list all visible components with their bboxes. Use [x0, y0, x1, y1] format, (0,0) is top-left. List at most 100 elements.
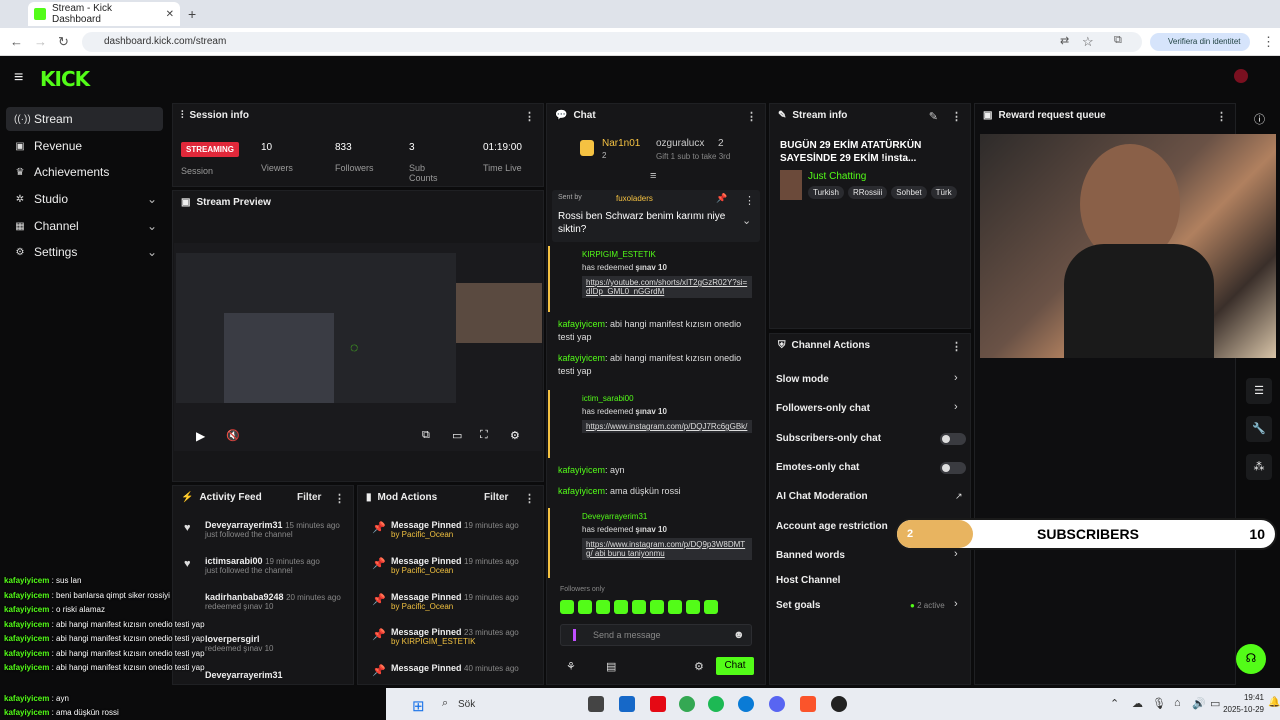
more-options-icon[interactable]: ⋮ [334, 492, 345, 505]
ai-chat-moderation-item[interactable]: AI Chat Moderation [776, 491, 868, 502]
bookmark-star-icon[interactable]: ☆ [1082, 34, 1094, 50]
more-options-icon[interactable]: ⋮ [744, 194, 755, 207]
translate-icon[interactable]: ⇄ [1060, 34, 1069, 47]
reload-icon[interactable]: ↻ [58, 34, 69, 50]
hamburger-menu-icon[interactable]: ≡ [14, 69, 23, 87]
tag[interactable]: Turkish [808, 186, 844, 199]
task-view-icon[interactable] [588, 696, 604, 712]
points-icon[interactable]: ⚘ [566, 660, 576, 673]
extensions-icon[interactable]: ⧉ [1114, 34, 1122, 47]
emote-icon[interactable] [686, 600, 700, 614]
tag[interactable]: Türk [930, 186, 957, 199]
discord-icon[interactable] [769, 696, 785, 712]
chat-username[interactable]: kafayiyicem [558, 465, 605, 475]
set-goals-item[interactable]: Set goals [776, 600, 820, 611]
network-icon[interactable]: ⌂ [1174, 697, 1181, 709]
more-options-icon[interactable]: ⋮ [951, 110, 962, 123]
chat-input[interactable]: Send a message ☻ [560, 624, 752, 646]
spotify-icon[interactable] [708, 696, 724, 712]
mic-icon[interactable]: 🎙 [1152, 697, 1166, 710]
back-icon[interactable]: ← [10, 34, 23, 49]
chevron-right-icon[interactable]: › [954, 598, 958, 610]
close-tab-icon[interactable]: ✕ [166, 9, 174, 20]
emote-icon[interactable] [578, 600, 592, 614]
notifications-icon[interactable]: 🔔 [1268, 697, 1280, 708]
chrome-icon[interactable] [679, 696, 695, 712]
subscribers-only-toggle[interactable] [940, 433, 966, 445]
cloud-icon[interactable]: ☁ [1132, 697, 1143, 710]
more-options-icon[interactable]: ⋮ [1216, 110, 1227, 123]
file-explorer-icon[interactable] [619, 696, 635, 712]
browser-tab[interactable]: Stream - Kick Dashboard ✕ [28, 2, 180, 26]
account-age-item[interactable]: Account age restriction [776, 521, 888, 532]
brave-icon[interactable] [800, 696, 816, 712]
redeem-link[interactable]: https://www.instagram.com/p/DQ9p3W8DMTg/… [582, 538, 752, 560]
tray-chevron-icon[interactable]: ⌃ [1110, 697, 1119, 710]
category-name[interactable]: Just Chatting [808, 171, 866, 182]
browser-menu-icon[interactable]: ⋮ [1262, 34, 1275, 50]
dock-icon[interactable]: ☰ [1246, 378, 1272, 404]
send-chat-button[interactable]: Chat [716, 657, 754, 675]
avatar[interactable] [1234, 69, 1248, 83]
tag[interactable]: Sohbet [891, 186, 927, 199]
search-icon[interactable]: ⌕ [442, 697, 448, 710]
clock-time[interactable]: 19:41 [1220, 693, 1264, 702]
support-chat-icon[interactable]: ☊ [1236, 644, 1266, 674]
fullscreen-icon[interactable]: ⛶ [480, 429, 488, 442]
emoji-icon[interactable]: ☻ [733, 629, 745, 641]
pin-icon[interactable]: 📌 [716, 193, 727, 204]
gear-icon[interactable]: ⚙ [510, 429, 520, 442]
taskbar-search[interactable]: Sök [458, 699, 475, 710]
sidebar-item-revenue[interactable]: ▣ Revenue [6, 134, 163, 158]
sidebar-item-settings[interactable]: ⚙ Settings ⌄ [6, 240, 163, 264]
stream-preview-video[interactable]: ◌ ▶ 🔇 ⧉ ▭ ⛶ ⚙ [174, 243, 542, 451]
mute-icon[interactable]: 🔇 [226, 429, 240, 442]
tag[interactable]: RRossiii [847, 186, 888, 199]
play-icon[interactable]: ▶ [196, 429, 205, 443]
emote-icon[interactable] [560, 600, 574, 614]
emote-icon[interactable] [650, 600, 664, 614]
nodes-icon[interactable]: ⁂ [1246, 454, 1272, 480]
filter-button[interactable]: Filter [484, 492, 508, 503]
more-options-icon[interactable]: ⋮ [524, 492, 535, 505]
emotes-only-item[interactable]: Emotes-only chat [776, 462, 859, 473]
emote-icon[interactable] [704, 600, 718, 614]
gear-icon[interactable]: ⚙ [694, 660, 704, 673]
external-link-icon[interactable]: ↗ [955, 491, 963, 502]
emotes-only-toggle[interactable] [940, 462, 966, 474]
theater-icon[interactable]: ▭ [452, 429, 462, 442]
wrench-icon[interactable]: 🔧 [1246, 416, 1272, 442]
filter-button[interactable]: Filter [297, 492, 321, 503]
store-icon[interactable]: ▤ [606, 660, 616, 673]
slow-mode-item[interactable]: Slow mode [776, 374, 829, 385]
subscribers-only-item[interactable]: Subscribers-only chat [776, 433, 881, 444]
url-field[interactable]: dashboard.kick.com/stream [82, 32, 1142, 52]
chevron-right-icon[interactable]: › [954, 372, 958, 384]
windows-start-icon[interactable]: ⊞ [412, 697, 425, 715]
banned-words-item[interactable]: Banned words [776, 550, 845, 561]
redeem-link[interactable]: https://youtube.com/shorts/xIT2gGzR02Y?s… [582, 276, 752, 298]
new-tab-icon[interactable]: + [188, 6, 196, 22]
sidebar-item-channel[interactable]: ▦ Channel ⌄ [6, 214, 163, 238]
redeem-link[interactable]: https://www.instagram.com/p/DQJ7Rc6gGBk/ [582, 420, 752, 433]
chat-username[interactable]: kafayiyicem [558, 319, 605, 329]
filter-lines-icon[interactable]: ≡ [650, 170, 656, 182]
chat-username[interactable]: kafayiyicem [558, 486, 605, 496]
netflix-icon[interactable] [650, 696, 666, 712]
sidebar-item-stream[interactable]: ((·)) Stream [6, 107, 163, 131]
clock-date[interactable]: 2025-10-29 [1200, 705, 1264, 714]
obs-icon[interactable] [831, 696, 847, 712]
verify-identity-button[interactable]: Verifiera din identitet [1150, 33, 1250, 51]
kick-logo[interactable]: KICK [40, 67, 90, 91]
sidebar-item-achievements[interactable]: ♛ Achievements [6, 160, 163, 184]
pip-icon[interactable]: ⧉ [422, 429, 430, 442]
emote-icon[interactable] [668, 600, 682, 614]
more-options-icon[interactable]: ⋮ [746, 110, 757, 123]
emote-icon[interactable] [632, 600, 646, 614]
more-options-icon[interactable]: ⋮ [524, 110, 535, 123]
edit-icon[interactable]: ✎ [929, 110, 938, 123]
sidebar-item-studio[interactable]: ✲ Studio ⌄ [6, 187, 163, 211]
emote-icon[interactable] [614, 600, 628, 614]
chat-username[interactable]: kafayiyicem [558, 353, 605, 363]
chevron-right-icon[interactable]: › [954, 401, 958, 413]
